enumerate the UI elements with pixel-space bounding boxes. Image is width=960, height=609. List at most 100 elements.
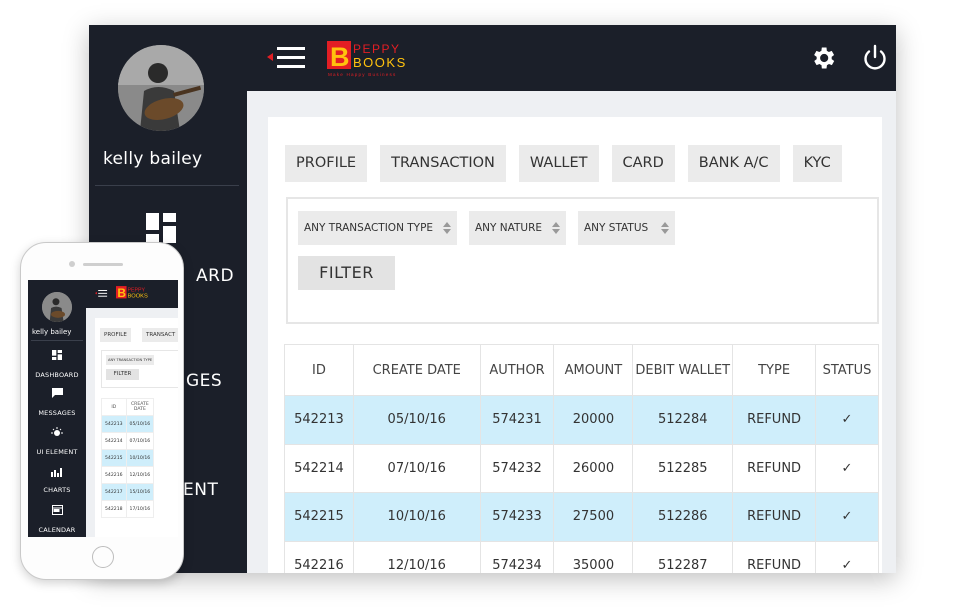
cell-id: 542215 xyxy=(284,492,354,542)
cell-wallet: 512285 xyxy=(632,443,734,493)
mobile-table-row[interactable]: 542216 12/10/16 xyxy=(101,466,155,484)
tab-card[interactable]: CARD xyxy=(611,145,675,182)
column-header-id[interactable]: ID xyxy=(284,344,354,396)
user-name: kelly bailey xyxy=(103,149,203,169)
mobile-tab-transaction[interactable]: TRANSACT xyxy=(142,328,178,342)
tab-kyc[interactable]: KYC xyxy=(792,145,842,182)
cell-date: 12/10/16 xyxy=(352,540,481,573)
mobile-calendar-icon[interactable] xyxy=(28,504,86,517)
table-header-row: ID CREATE DATE AUTHOR AMOUNT DEBIT WALLE… xyxy=(284,344,879,396)
column-header-author[interactable]: AUTHOR xyxy=(479,344,555,396)
svg-text:B: B xyxy=(117,286,126,300)
mobile-logo: B PEPPY BOOKS xyxy=(116,286,148,300)
filter-button[interactable]: FILTER xyxy=(298,256,395,290)
cell-author: 574233 xyxy=(479,492,555,542)
table-row[interactable]: 542213 05/10/16 574231 20000 512284 REFU… xyxy=(284,395,879,445)
tab-profile[interactable]: PROFILE xyxy=(285,145,368,182)
menu-toggle-icon[interactable] xyxy=(267,45,311,71)
phone-home-button[interactable] xyxy=(92,546,114,568)
check-icon: ✓ xyxy=(815,443,879,493)
cell-wallet: 512284 xyxy=(632,395,734,445)
cell-id: 542214 xyxy=(284,443,354,493)
mobile-table-row[interactable]: 542215 10/10/16 xyxy=(101,449,155,467)
cell-date: 05/10/16 xyxy=(352,395,481,445)
tab-bank-ac[interactable]: BANK A/C xyxy=(687,145,780,182)
mobile-filter-button[interactable]: FILTER xyxy=(106,369,139,380)
mobile-sidebar-item-charts[interactable]: CHARTS xyxy=(28,486,86,494)
sidebar-item-ui-element[interactable]: ENT xyxy=(183,480,218,500)
column-header-status[interactable]: STATUS xyxy=(815,344,879,396)
filter-panel: ANY TRANSACTION TYPE ANY NATURE ANY STAT… xyxy=(286,197,879,324)
mobile-ui-element-icon[interactable] xyxy=(28,427,86,441)
mobile-transactions-table: ID CREATE DATE 542213 05/10/16 542214 07/1… xyxy=(101,398,155,518)
column-header-amount[interactable]: AMOUNT xyxy=(553,344,634,396)
mobile-cell-date: 07/10/16 xyxy=(125,432,155,450)
avatar[interactable] xyxy=(118,45,204,131)
dashboard-icon[interactable] xyxy=(146,213,176,243)
mobile-cell-date: 05/10/16 xyxy=(125,415,155,433)
status-select[interactable]: ANY STATUS xyxy=(578,211,675,245)
mobile-table-row[interactable]: 542217 15/10/16 xyxy=(101,483,155,501)
mobile-avatar[interactable] xyxy=(42,292,72,322)
mobile-content: PROFILE TRANSACT ANY TRANSACTION TYPE FI… xyxy=(95,318,178,537)
phone-screen: kelly bailey DASHBOARD MESSAGES UI ELEME… xyxy=(28,280,178,537)
mobile-sidebar-item-dashboard[interactable]: DASHBOARD xyxy=(28,371,86,379)
top-bar: B PEPPY BOOKS Make Happy Business xyxy=(247,25,896,91)
transactions-table: ID CREATE DATE AUTHOR AMOUNT DEBIT WALLE… xyxy=(284,344,879,573)
tab-wallet[interactable]: WALLET xyxy=(518,145,599,182)
mobile-messages-icon[interactable] xyxy=(28,388,86,400)
table-row[interactable]: 542216 12/10/16 574234 35000 512287 REFU… xyxy=(284,540,879,573)
mobile-user-name: kelly bailey xyxy=(32,328,72,336)
mobile-table-row[interactable]: 542218 17/10/16 xyxy=(101,500,155,518)
mobile-cell-date: 15/10/16 xyxy=(125,483,155,501)
peppy-books-logo: B PEPPY BOOKS Make Happy Business xyxy=(327,39,427,79)
mobile-menu-icon[interactable] xyxy=(95,289,109,298)
nature-select[interactable]: ANY NATURE xyxy=(469,211,566,245)
status-select-value: ANY STATUS xyxy=(584,222,649,234)
desktop-window: kelly bailey ARD GES ENT B PEPPY BOOKS M… xyxy=(89,25,896,573)
mobile-sidebar-divider xyxy=(31,340,83,341)
sidebar-divider xyxy=(95,185,239,186)
cell-amount: 27500 xyxy=(553,492,634,542)
mobile-sidebar-item-messages[interactable]: MESSAGES xyxy=(28,409,86,417)
mobile-table-row[interactable]: 542213 05/10/16 xyxy=(101,415,155,433)
phone-mockup: kelly bailey DASHBOARD MESSAGES UI ELEME… xyxy=(20,242,184,580)
transaction-type-select[interactable]: ANY TRANSACTION TYPE xyxy=(298,211,457,245)
gear-icon[interactable] xyxy=(809,44,837,72)
mobile-dashboard-icon[interactable] xyxy=(28,350,86,362)
column-header-debit-wallet[interactable]: DEBIT WALLET xyxy=(632,344,734,396)
column-header-type[interactable]: TYPE xyxy=(732,344,816,396)
power-icon[interactable] xyxy=(860,43,890,73)
cell-date: 10/10/16 xyxy=(352,492,481,542)
table-row[interactable]: 542215 10/10/16 574233 27500 512286 REFU… xyxy=(284,492,879,542)
mobile-column-header-id[interactable]: ID xyxy=(101,398,127,416)
svg-text:B: B xyxy=(330,42,350,72)
table-row[interactable]: 542214 07/10/16 574232 26000 512285 REFU… xyxy=(284,443,879,493)
mobile-table-header-row: ID CREATE DATE xyxy=(101,398,155,416)
sidebar-item-dashboard[interactable]: ARD xyxy=(196,266,234,286)
column-header-create-date[interactable]: CREATE DATE xyxy=(352,344,481,396)
check-icon: ✓ xyxy=(815,395,879,445)
cell-amount: 35000 xyxy=(553,540,634,573)
tab-transaction[interactable]: TRANSACTION xyxy=(380,145,506,182)
mobile-transaction-type-select[interactable]: ANY TRANSACTION TYPE xyxy=(106,355,155,365)
mobile-charts-icon[interactable] xyxy=(28,466,86,479)
cell-id: 542216 xyxy=(284,540,354,573)
mobile-cell-id: 542216 xyxy=(101,466,127,484)
cell-type: REFUND xyxy=(732,540,816,573)
mobile-tab-profile[interactable]: PROFILE xyxy=(100,328,131,342)
mobile-column-header-create-date[interactable]: CREATE DATE xyxy=(125,398,155,416)
mobile-sidebar-item-calendar[interactable]: CALENDAR xyxy=(28,526,86,534)
svg-text:Make Happy Business: Make Happy Business xyxy=(328,72,397,77)
cell-type: REFUND xyxy=(732,443,816,493)
mobile-cell-id: 542218 xyxy=(101,500,127,518)
cell-amount: 26000 xyxy=(553,443,634,493)
cell-author: 574234 xyxy=(479,540,555,573)
mobile-table-row[interactable]: 542214 07/10/16 xyxy=(101,432,155,450)
svg-text:PEPPY: PEPPY xyxy=(127,287,145,293)
sort-arrows-icon xyxy=(552,222,560,234)
mobile-sidebar-item-ui-element[interactable]: UI ELEMENT xyxy=(28,448,86,456)
cell-id: 542213 xyxy=(284,395,354,445)
transaction-type-select-value: ANY TRANSACTION TYPE xyxy=(304,222,434,234)
sidebar-item-messages[interactable]: GES xyxy=(186,371,222,391)
